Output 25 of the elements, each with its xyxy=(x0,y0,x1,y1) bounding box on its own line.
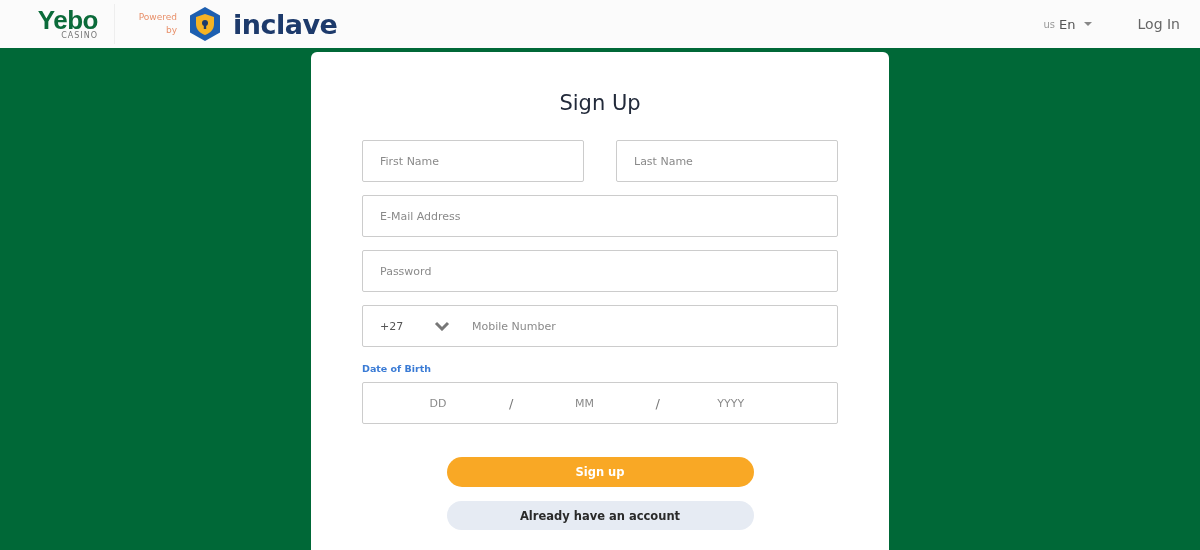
login-link[interactable]: Log In xyxy=(1137,16,1180,32)
email-field[interactable]: E-Mail Address xyxy=(362,195,838,237)
first-name-field[interactable]: First Name xyxy=(362,140,584,182)
date-part-input[interactable]: MM xyxy=(549,396,620,410)
logo-subtitle: CASINO xyxy=(61,32,98,40)
date-of-birth-field[interactable]: DD / MM / YYYY xyxy=(362,382,838,424)
language-selector[interactable]: us En xyxy=(1043,16,1092,32)
login-account-button[interactable]: Already have an account xyxy=(446,501,754,530)
date-separator: / xyxy=(655,395,660,411)
phone-field[interactable]: +27 Mobile Number xyxy=(362,305,838,347)
partner-logo-text: inclave xyxy=(233,8,338,40)
date-part-input[interactable]: DD xyxy=(403,396,473,410)
password-field[interactable]: Password xyxy=(362,250,838,292)
logo-text: Yebo xyxy=(37,8,98,32)
powered-text: Powered xyxy=(138,11,177,24)
shield-logo-icon xyxy=(187,6,223,42)
mobile-number-input[interactable]: Mobile Number xyxy=(472,319,820,333)
last-name-field[interactable]: Last Name xyxy=(616,140,838,182)
field-label: Date of Birth xyxy=(362,363,433,374)
caret-icon[interactable] xyxy=(1083,22,1092,26)
chevron-down-icon[interactable] xyxy=(434,321,450,331)
date-separator: / xyxy=(509,395,514,411)
date-part-input[interactable]: YYYY xyxy=(695,396,766,410)
powered-text: by xyxy=(165,24,177,37)
form-title: Sign Up xyxy=(558,90,642,117)
